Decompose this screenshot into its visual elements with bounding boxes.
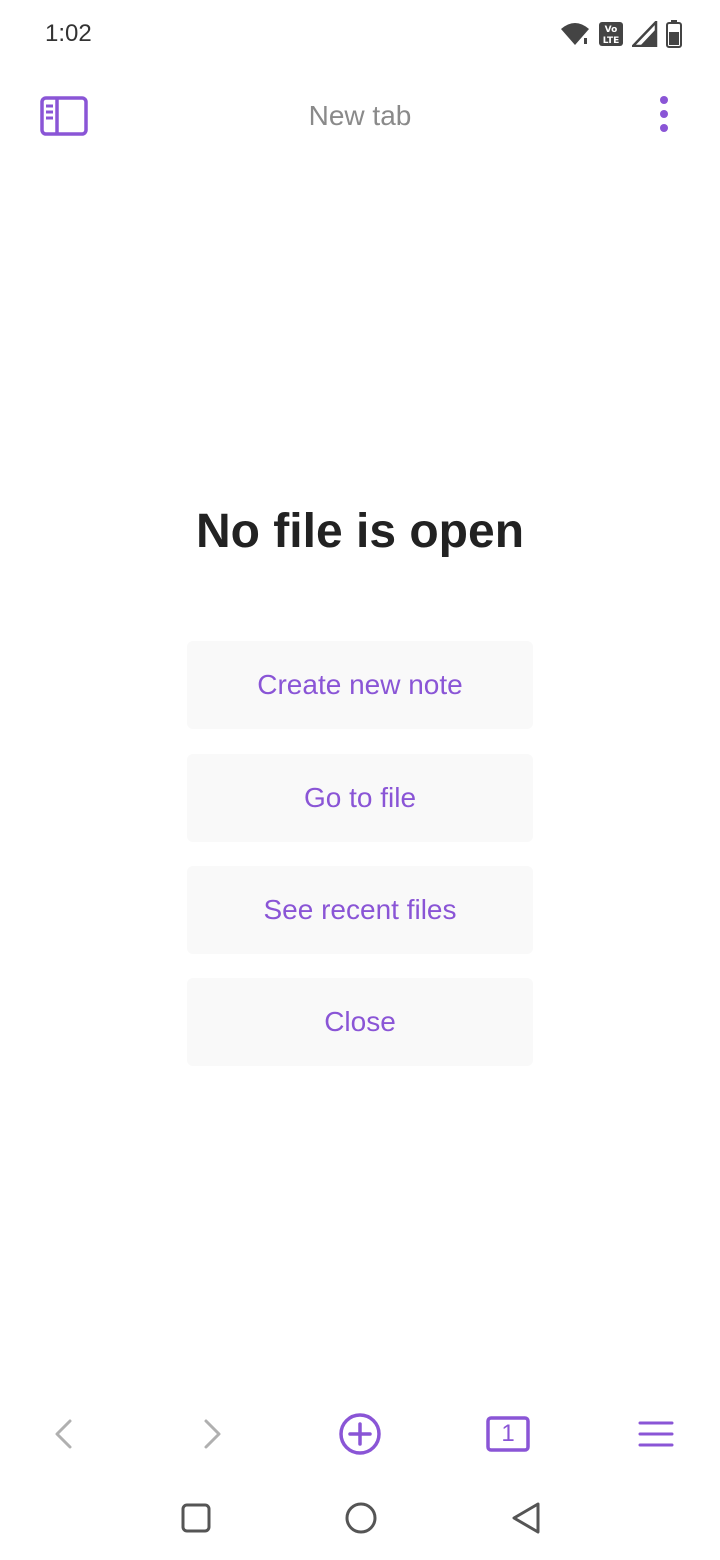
status-time: 1:02	[45, 20, 92, 47]
more-vertical-icon	[660, 96, 668, 132]
header: New tab	[0, 80, 720, 152]
home-button[interactable]	[341, 1498, 381, 1538]
status-icons: Vo LTE	[560, 20, 682, 48]
volte-icon: Vo LTE	[598, 21, 624, 47]
tabs-button[interactable]: 1	[484, 1410, 532, 1458]
go-to-file-button[interactable]: Go to file	[187, 754, 533, 842]
status-bar: 1:02 Vo LTE	[0, 0, 720, 70]
back-button[interactable]	[40, 1410, 88, 1458]
add-circle-icon	[339, 1413, 381, 1455]
android-nav-bar	[0, 1480, 720, 1560]
recents-icon	[181, 1503, 211, 1533]
back-icon	[512, 1502, 540, 1534]
system-back-button[interactable]	[506, 1498, 546, 1538]
new-tab-button[interactable]	[336, 1410, 384, 1458]
wifi-icon	[560, 21, 590, 47]
svg-text:Vo: Vo	[605, 25, 618, 35]
battery-icon	[666, 20, 682, 48]
tab-count: 1	[501, 1420, 515, 1447]
recents-button[interactable]	[176, 1498, 216, 1538]
close-button[interactable]: Close	[187, 978, 533, 1066]
bottom-toolbar: 1	[0, 1400, 720, 1466]
screen: 1:02 Vo LTE New tab No file is open Crea…	[0, 0, 720, 1560]
home-icon	[345, 1502, 377, 1534]
svg-text:LTE: LTE	[603, 36, 620, 46]
signal-icon	[632, 21, 658, 47]
empty-state-title: No file is open	[195, 505, 525, 558]
menu-button[interactable]	[632, 1410, 680, 1458]
back-arrow-icon	[55, 1419, 72, 1449]
menu-icon	[638, 1421, 674, 1447]
forward-button[interactable]	[188, 1410, 236, 1458]
create-new-note-button[interactable]: Create new note	[187, 641, 533, 729]
forward-arrow-icon	[204, 1419, 221, 1449]
page-title: New tab	[308, 100, 412, 131]
more-options-button[interactable]	[652, 94, 676, 138]
see-recent-files-button[interactable]: See recent files	[187, 866, 533, 954]
